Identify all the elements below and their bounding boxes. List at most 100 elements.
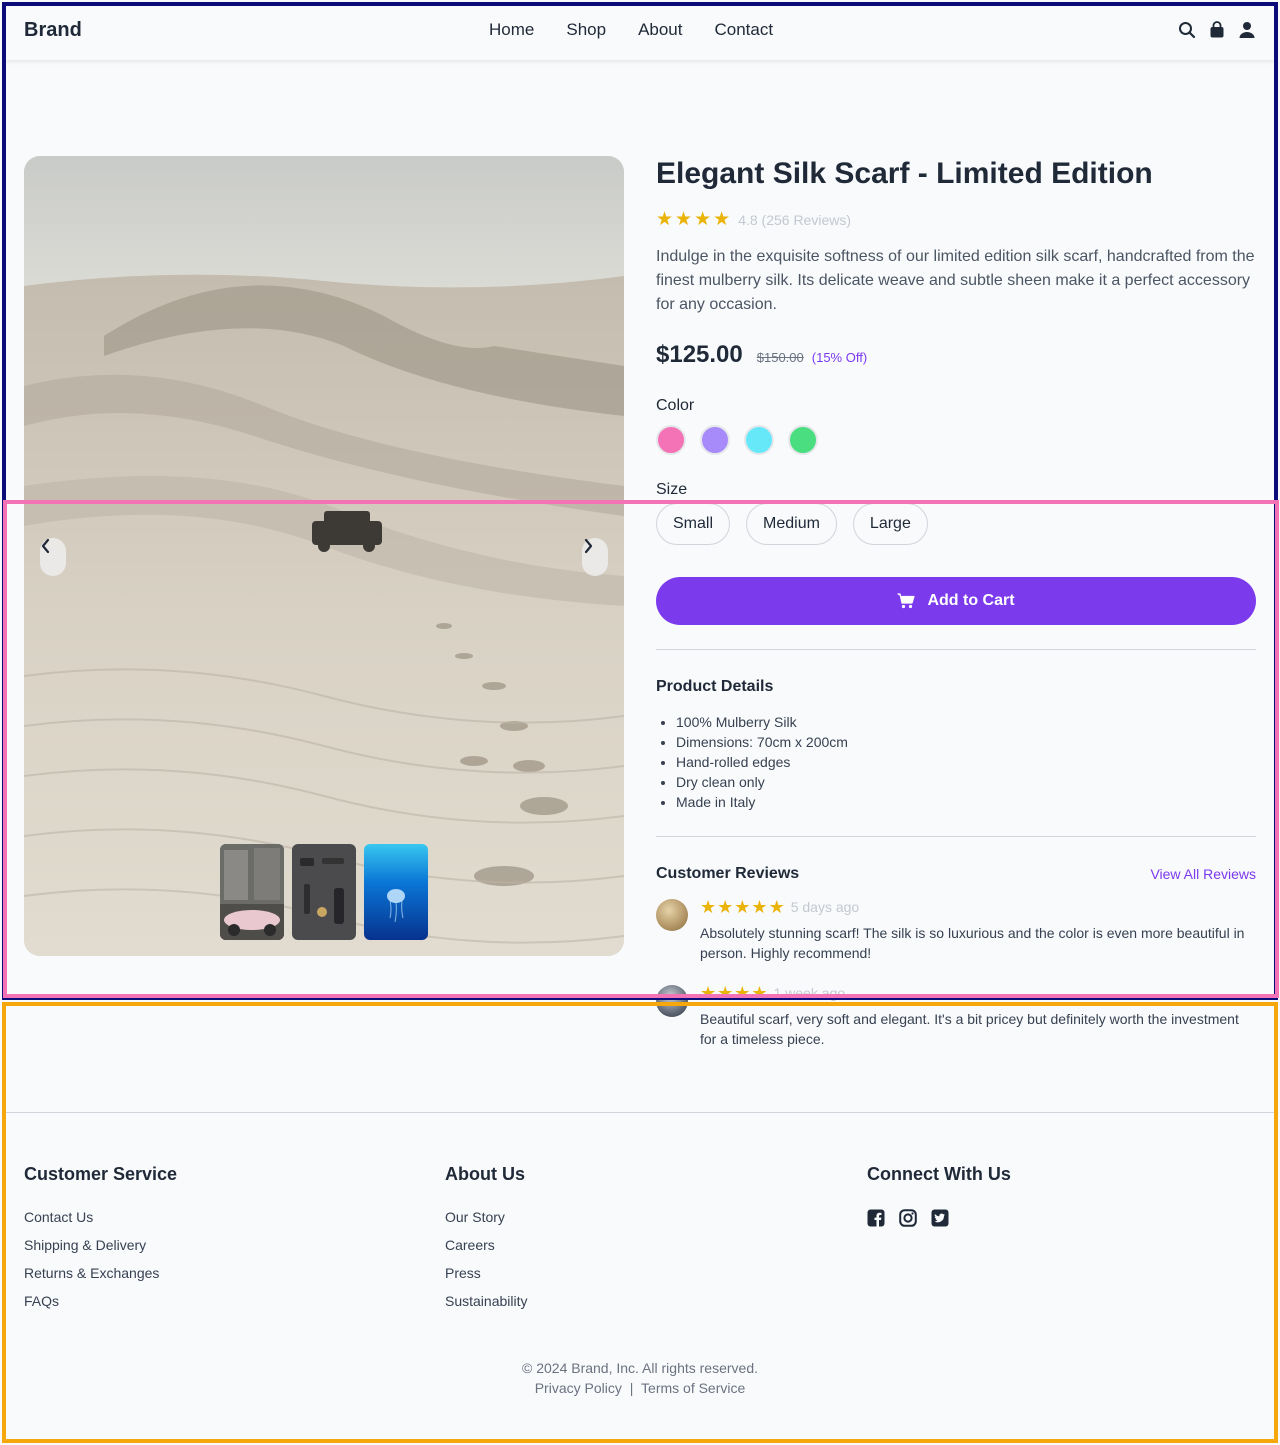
footer-link-faqs[interactable]: FAQs [24,1291,177,1311]
search-icon[interactable] [1178,21,1196,39]
footer-link-contact-us[interactable]: Contact Us [24,1207,177,1227]
color-swatch-green[interactable] [788,425,818,455]
previous-image-button[interactable] [40,538,66,576]
footer-link-returns[interactable]: Returns & Exchanges [24,1263,177,1283]
avatar [656,899,688,931]
list-item: Dimensions: 70cm x 200cm [676,732,1256,752]
view-all-reviews-link[interactable]: View All Reviews [1150,866,1256,882]
twitter-icon[interactable] [931,1209,949,1227]
reviews-title: Customer Reviews [656,865,800,882]
footer-heading: About Us [445,1164,525,1184]
review-stars: ★ ★ ★ ★ ★ [700,897,785,917]
list-item: Dry clean only [676,772,1256,792]
footer-link-press[interactable]: Press [445,1263,528,1283]
size-options: Small Medium Large [656,503,1256,545]
footer-customer-service: Customer Service Contact Us Shipping & D… [24,1164,177,1319]
size-large-button[interactable]: Large [852,503,928,545]
footer-link-shipping[interactable]: Shipping & Delivery [24,1235,177,1255]
color-label: Color [656,397,695,414]
shopping-bag-icon[interactable] [1208,21,1226,39]
size-medium-button[interactable]: Medium [746,503,837,545]
star-icon: ★ [694,209,712,230]
review-time: 1 week ago [773,985,846,1001]
star-icon: ★ [751,897,768,917]
privacy-policy-link[interactable]: Privacy Policy [535,1380,622,1396]
legal-links: Privacy Policy | Terms of Service [0,1378,1280,1398]
user-icon[interactable] [1238,21,1256,39]
footer-link-sustainability[interactable]: Sustainability [445,1291,528,1311]
brand-logo[interactable]: Brand [24,19,82,42]
footer-about: About Us Our Story Careers Press Sustain… [445,1164,528,1319]
header-icons [1178,21,1256,39]
star-icon: ★ [768,897,785,917]
thumbnail-2[interactable] [292,844,356,940]
product-title: Elegant Silk Scarf - Limited Edition [656,157,1153,190]
divider [656,649,1256,650]
star-icon: ★ [717,983,734,1003]
product-details-title: Product Details [656,678,774,695]
reviews-header: Customer Reviews View All Reviews [656,865,1256,883]
legal-separator: | [629,1380,634,1396]
thumbnail-1[interactable] [220,844,284,940]
product-description: Indulge in the exquisite softness of our… [656,248,1255,313]
footer-heading: Connect With Us [867,1164,1011,1184]
review-text: Absolutely stunning scarf! The silk is s… [700,925,1245,961]
footer-link-careers[interactable]: Careers [445,1235,528,1255]
color-swatches [656,425,1256,455]
review-item: ★ ★ ★ ★ ★ 5 days ago Absolutely stunning sca… [656,897,1256,963]
list-item: Made in Italy [676,792,1256,812]
nav-contact[interactable]: Contact [715,20,774,40]
avatar [656,985,688,1017]
social-links [867,1209,1011,1227]
review-time: 5 days ago [790,899,860,915]
thumbnail-3[interactable] [364,844,428,940]
star-icon: ★ [717,897,734,917]
color-swatch-purple[interactable] [700,425,730,455]
size-small-button[interactable]: Small [656,503,731,545]
product-info: Elegant Silk Scarf - Limited Edition ★ ★ ★… [656,156,1256,1049]
color-swatch-cyan[interactable] [744,425,774,455]
nav-shop[interactable]: Shop [566,20,606,40]
site-header: Brand Home Shop About Contact [6,6,1274,60]
footer-heading: Customer Service [24,1164,178,1184]
nav-about[interactable]: About [638,20,682,40]
star-icon: ★ [675,209,693,230]
star-icon: ★ [734,983,751,1003]
list-item: Hand-rolled edges [676,752,1256,772]
thumbnail-strip [220,844,428,940]
color-swatch-pink[interactable] [656,425,686,455]
star-icon: ★ [713,209,731,230]
rating-stars: ★ ★ ★ ★ [656,208,730,231]
footer-divider [6,1112,1274,1113]
star-icon: ★ [700,897,717,917]
discount-badge: (15% Off) [811,350,868,365]
chevron-right-icon [584,538,593,554]
original-price: $150.00 [756,350,804,365]
terms-of-service-link[interactable]: Terms of Service [641,1380,745,1396]
divider [656,836,1256,837]
rating-summary: 4.8 (256 Reviews) [738,211,852,228]
facebook-icon[interactable] [867,1209,885,1227]
current-price: $125.00 [656,341,743,368]
chevron-left-icon [41,538,50,554]
review-stars: ★ ★ ★ ★ [700,983,768,1003]
size-label: Size [656,481,688,498]
nav-home[interactable]: Home [489,20,534,40]
star-icon: ★ [700,983,717,1003]
product-image-gallery[interactable] [24,156,624,956]
price-row: $125.00 $150.00 (15% Off) [656,341,1256,369]
add-to-cart-button[interactable]: Add to Cart [656,577,1256,625]
next-image-button[interactable] [582,538,608,576]
star-icon: ★ [734,897,751,917]
instagram-icon[interactable] [899,1209,917,1227]
footer-link-our-story[interactable]: Our Story [445,1207,528,1227]
review-text: Beautiful scarf, very soft and elegant. … [700,1011,1239,1047]
list-item: 100% Mulberry Silk [676,712,1256,732]
footer-connect: Connect With Us [867,1164,1011,1227]
add-to-cart-label: Add to Cart [927,592,1015,609]
review-item: ★ ★ ★ ★ 1 week ago Beautiful scarf, very so… [656,983,1256,1049]
product-main-image [24,156,624,956]
product-rating: ★ ★ ★ ★ 4.8 (256 Reviews) [656,208,1256,231]
star-icon: ★ [656,209,674,230]
cart-icon [897,593,916,609]
